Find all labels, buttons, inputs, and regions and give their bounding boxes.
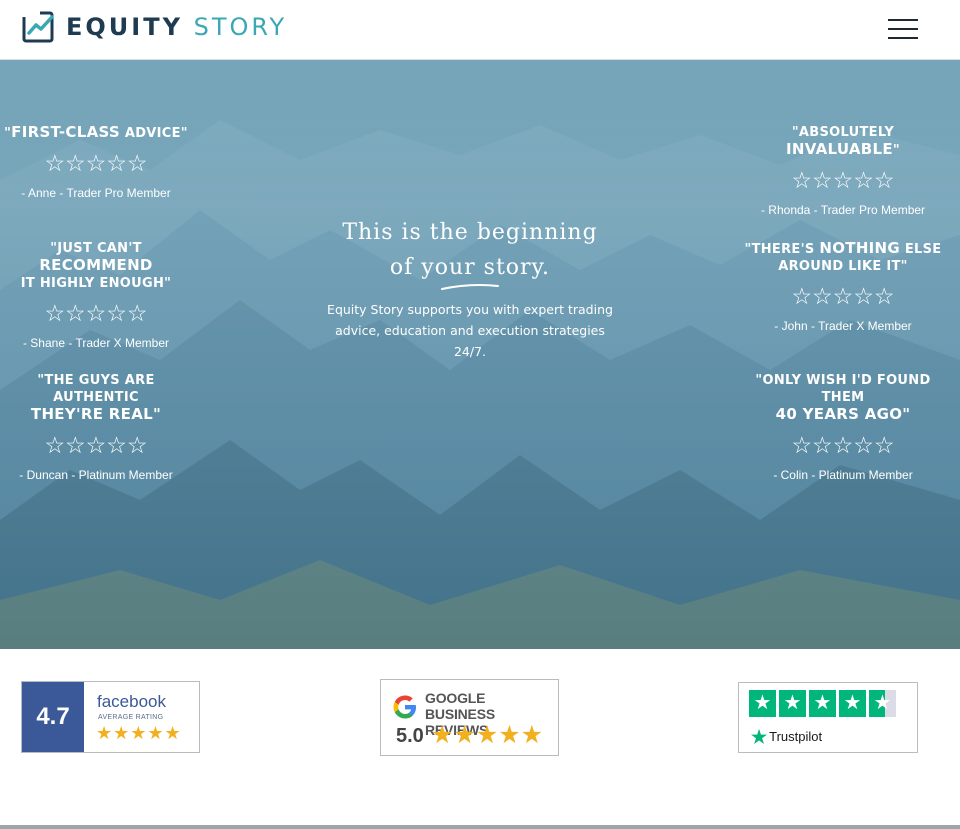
testimonial-author: - Rhonda - Trader Pro Member [760, 203, 926, 217]
hero-subtext: Equity Story supports you with expert tr… [327, 302, 613, 359]
hero-copy: This is the beginning of your story. Equ… [320, 215, 620, 362]
facebook-average-label: AVERAGE RATING [98, 714, 164, 721]
trustpilot-badge[interactable]: ★ ★ ★ ★ ★ ★ Trustpilot [738, 682, 918, 753]
testimonial-quote: "The guys are authentic they're real" [30, 373, 162, 423]
testimonial-author: - Shane - Trader X Member [22, 336, 170, 350]
testimonial-quote: "Just can't recommend it highly enough" [20, 241, 172, 291]
facebook-score: 4.7 [22, 682, 84, 752]
next-section-edge [0, 825, 960, 829]
facebook-rating-badge[interactable]: 4.7 facebook AVERAGE RATING ★★★★★ [21, 681, 200, 753]
trustpilot-logo: ★ Trustpilot [751, 727, 823, 747]
facebook-stars-icon: ★★★★★ [96, 723, 182, 743]
hamburger-menu-icon[interactable] [888, 18, 918, 40]
testimonial-card: "There's nothing else around like it" ☆☆☆… [743, 239, 943, 334]
testimonial-author: - Colin - Platinum Member [773, 468, 913, 482]
testimonial-quote: "Only wish I'd found them 40 years ago" [755, 373, 931, 423]
rating-stars-icon: ☆☆☆☆☆ [791, 432, 895, 458]
testimonial-card: "First-class advice" ☆☆☆☆☆ - Anne - Trad… [0, 123, 196, 201]
logo-text: EQUITY STORY [66, 13, 288, 41]
testimonial-author: - John - Trader X Member [774, 319, 912, 333]
testimonial-quote: "Absolutely invaluable" [785, 125, 900, 158]
testimonial-card: "Only wish I'd found them 40 years ago" ☆… [743, 372, 943, 482]
google-stars-icon: ★★★★★ [431, 721, 544, 749]
hero-section: "First-class advice" ☆☆☆☆☆ - Anne - Trad… [0, 60, 960, 649]
google-reviews-badge[interactable]: GOOGLE BUSINESS REVIEWS 5.0 ★★★★★ [380, 679, 559, 756]
google-score: 5.0 [396, 725, 424, 747]
trustpilot-stars-icon: ★ ★ ★ ★ ★ [749, 690, 896, 717]
hero-headline: This is the beginning of your story. [342, 220, 598, 280]
chart-logo-icon [22, 11, 54, 43]
rating-stars-icon: ☆☆☆☆☆ [44, 150, 148, 176]
equity-story-logo[interactable]: EQUITY STORY [22, 10, 287, 44]
rating-stars-icon: ☆☆☆☆☆ [791, 283, 895, 309]
testimonial-card: "Just can't recommend it highly enough" ☆… [0, 240, 196, 350]
rating-stars-icon: ☆☆☆☆☆ [44, 300, 148, 326]
testimonial-quote: "First-class advice" [4, 123, 188, 142]
site-header: EQUITY STORY [0, 0, 960, 60]
google-g-icon [393, 695, 416, 719]
rating-stars-icon: ☆☆☆☆☆ [791, 167, 895, 193]
testimonial-card: "The guys are authentic they're real" ☆☆☆… [0, 372, 196, 482]
rating-stars-icon: ☆☆☆☆☆ [44, 432, 148, 458]
testimonial-author: - Duncan - Platinum Member [19, 468, 173, 482]
testimonial-author: - Anne - Trader Pro Member [21, 186, 171, 200]
facebook-logo-text: facebook [97, 692, 166, 711]
trustpilot-star-icon: ★ [751, 727, 768, 747]
testimonial-quote: "There's nothing else around like it" [744, 239, 942, 275]
testimonial-card: "Absolutely invaluable" ☆☆☆☆☆ - Rhonda -… [743, 124, 943, 217]
